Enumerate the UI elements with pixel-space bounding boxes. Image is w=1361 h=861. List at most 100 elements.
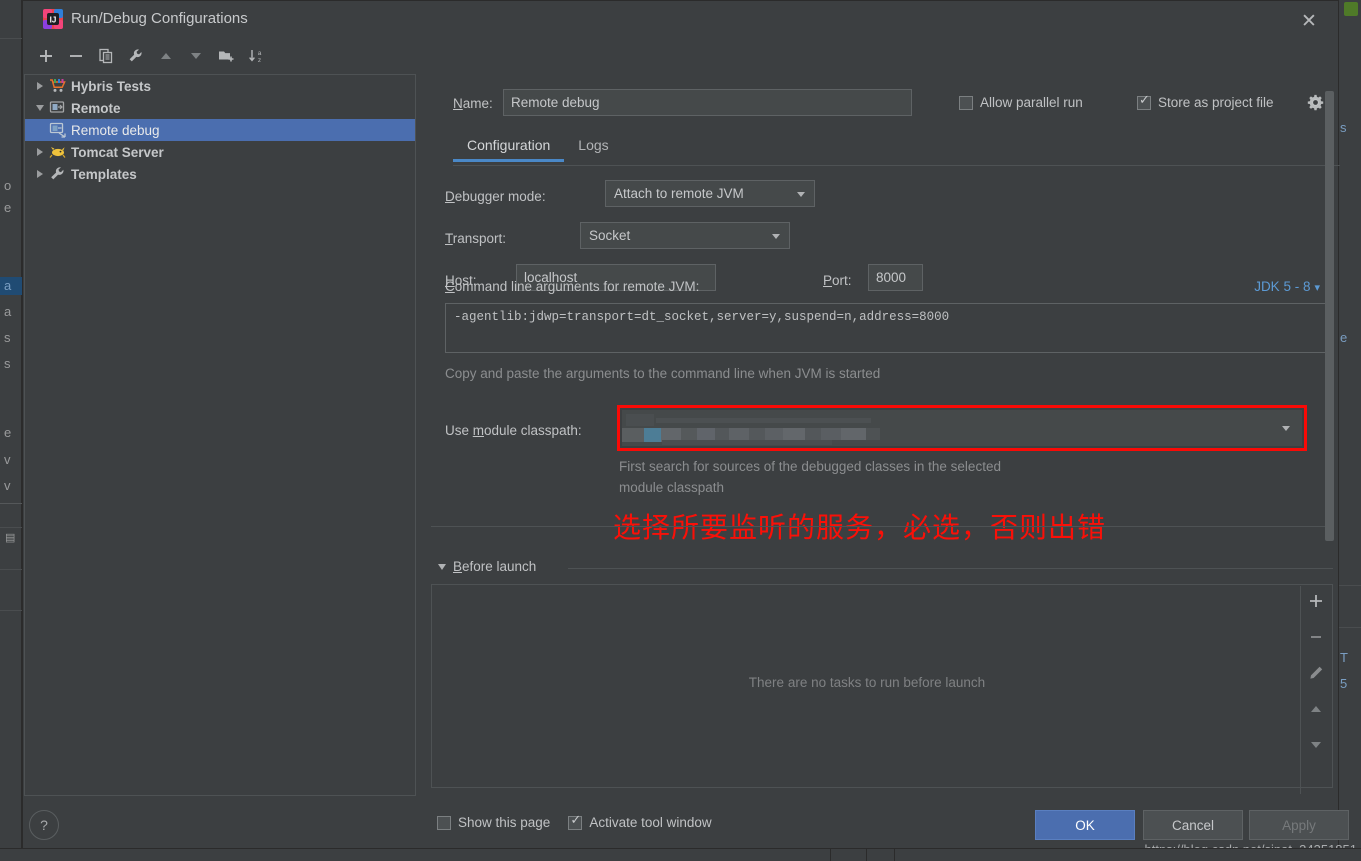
activate-tool-window-checkbox[interactable]: Activate tool window — [568, 813, 712, 830]
move-down-button[interactable] — [181, 42, 211, 70]
move-up-button[interactable] — [151, 42, 181, 70]
tree-item-label: Remote debug — [71, 122, 160, 138]
bg-fragment: e — [4, 200, 12, 215]
svg-text:IJ: IJ — [50, 16, 57, 25]
port-label: Port: — [823, 273, 852, 288]
command-line-hint: Copy and paste the arguments to the comm… — [445, 366, 881, 381]
bg-fragment: s — [1340, 120, 1347, 135]
editor-scrollbar[interactable] — [1325, 91, 1334, 541]
add-configuration-button[interactable] — [31, 42, 61, 70]
background-ide-bottom-strip — [0, 848, 1361, 861]
command-line-arguments-field[interactable]: -agentlib:jdwp=transport=dt_socket,serve… — [445, 303, 1331, 353]
chevron-down-icon — [797, 191, 805, 197]
tomcat-cat-icon — [49, 144, 67, 160]
before-launch-rule — [568, 568, 1333, 569]
bg-fragment: 5 — [1340, 676, 1348, 691]
tree-item-remote-debug[interactable]: Remote debug — [25, 119, 415, 141]
screen-root: o e a a s s e v v ▤ s e T 5 IJ Run/Debug… — [0, 0, 1361, 861]
run-debug-configurations-dialog: IJ Run/Debug Configurations ✕ a z Hybris… — [22, 0, 1349, 849]
before-launch-header[interactable]: Before launch — [435, 559, 536, 574]
configuration-editor-pane: Name: Allow parallel run Store as projec… — [423, 41, 1340, 848]
transport-dropdown[interactable]: Socket — [580, 222, 790, 249]
tree-item-remote[interactable]: Remote — [25, 97, 415, 119]
move-task-down-button[interactable] — [1305, 736, 1327, 754]
bg-fragment: s — [4, 330, 11, 345]
edit-templates-button[interactable] — [121, 42, 151, 70]
chevron-down-icon — [772, 233, 780, 239]
svg-text:a: a — [257, 50, 261, 57]
background-ide-right-strip: s e T 5 — [1339, 0, 1361, 861]
bg-fragment: v — [4, 452, 11, 467]
remote-config-icon — [49, 100, 67, 116]
before-launch-title: Before launch — [453, 559, 537, 574]
remove-task-button[interactable] — [1305, 628, 1327, 646]
bg-fragment: T — [1340, 650, 1348, 665]
transport-label: Transport: — [445, 231, 507, 246]
before-launch-empty-message: There are no tasks to run before launch — [748, 675, 986, 690]
configurations-toolbar: a z — [31, 41, 431, 71]
module-classpath-highlight — [617, 405, 1307, 451]
wrench-icon — [49, 166, 67, 182]
tree-item-templates[interactable]: Templates — [25, 163, 415, 185]
bg-fragment: o — [4, 178, 12, 193]
copy-configuration-button[interactable] — [91, 42, 121, 70]
help-button[interactable]: ? — [29, 810, 59, 840]
chevron-down-icon[interactable] — [435, 560, 449, 574]
bg-fragment: e — [1340, 330, 1348, 345]
background-ide-left-strip: o e a a s s e v v ▤ — [0, 0, 23, 861]
bottom-options: Show this page Activate tool window — [437, 813, 712, 830]
jdk-version-selector[interactable]: JDK 5 - 8 ▾ — [1254, 279, 1320, 294]
debugger-mode-dropdown[interactable]: Attach to remote JVM — [605, 180, 815, 207]
chevron-down-icon: ▾ — [1314, 282, 1320, 294]
cancel-button[interactable]: Cancel — [1143, 810, 1243, 840]
ok-button[interactable]: OK — [1035, 810, 1135, 840]
bg-green-marker — [1344, 2, 1358, 16]
intellij-idea-icon: IJ — [43, 9, 63, 29]
configuration-tab-panel: Debugger mode: Attach to remote JVM Tran… — [423, 41, 1338, 848]
hybris-cart-icon — [49, 78, 67, 94]
remove-configuration-button[interactable] — [61, 42, 91, 70]
chevron-right-icon[interactable] — [31, 143, 49, 161]
checkbox-box[interactable] — [437, 815, 451, 830]
remote-debug-icon — [49, 122, 67, 138]
edit-task-button[interactable] — [1305, 664, 1327, 682]
bg-fragment: e — [4, 425, 12, 440]
move-task-up-button[interactable] — [1305, 700, 1327, 718]
use-module-classpath-label: Use module classpath: — [445, 423, 582, 438]
chevron-right-icon[interactable] — [31, 77, 49, 95]
tree-item-label: Templates — [71, 166, 137, 182]
before-launch-toolbar — [1300, 586, 1331, 794]
jdk-version-label: JDK 5 - 8 — [1254, 279, 1311, 294]
svg-text:z: z — [257, 57, 260, 64]
show-this-page-label: Show this page — [458, 815, 551, 830]
chevron-right-icon[interactable] — [31, 165, 49, 183]
show-this-page-checkbox[interactable]: Show this page — [437, 815, 550, 830]
tree-item-label: Tomcat Server — [71, 144, 164, 160]
close-icon[interactable]: ✕ — [1296, 8, 1322, 34]
tree-item-hybris-tests[interactable]: Hybris Tests — [25, 75, 415, 97]
transport-value: Socket — [589, 228, 631, 243]
debugger-mode-value: Attach to remote JVM — [614, 186, 744, 201]
chevron-down-icon[interactable] — [31, 99, 49, 117]
add-task-button[interactable] — [1305, 592, 1327, 610]
section-divider — [431, 526, 1331, 527]
bg-fragment: v — [4, 478, 11, 493]
configurations-tree[interactable]: Hybris Tests Remote Remote debug Tomcat … — [24, 74, 416, 796]
module-classpath-hint-line1: First search for sources of the debugged… — [619, 459, 1001, 474]
apply-button[interactable]: Apply — [1249, 810, 1349, 840]
bg-fragment: a — [4, 304, 12, 319]
dialog-title: Run/Debug Configurations — [71, 10, 248, 27]
module-classpath-hint-line2: module classpath — [619, 480, 725, 495]
checkbox-box[interactable] — [568, 813, 583, 830]
debugger-mode-label: Debugger mode: — [445, 189, 546, 204]
debugger-mode-row: Debugger mode: — [445, 189, 546, 204]
port-input[interactable] — [868, 264, 923, 291]
activate-tool-window-label: Activate tool window — [589, 815, 712, 830]
before-launch-tasks-panel[interactable]: There are no tasks to run before launch — [431, 584, 1333, 794]
tree-item-tomcat-server[interactable]: Tomcat Server — [25, 141, 415, 163]
bg-fragment: s — [4, 356, 11, 371]
sort-configurations-button[interactable]: a z — [241, 42, 271, 70]
new-folder-button[interactable] — [211, 42, 241, 70]
dialog-titlebar: IJ Run/Debug Configurations ✕ — [23, 1, 1338, 39]
transport-row: Transport: — [445, 231, 506, 246]
